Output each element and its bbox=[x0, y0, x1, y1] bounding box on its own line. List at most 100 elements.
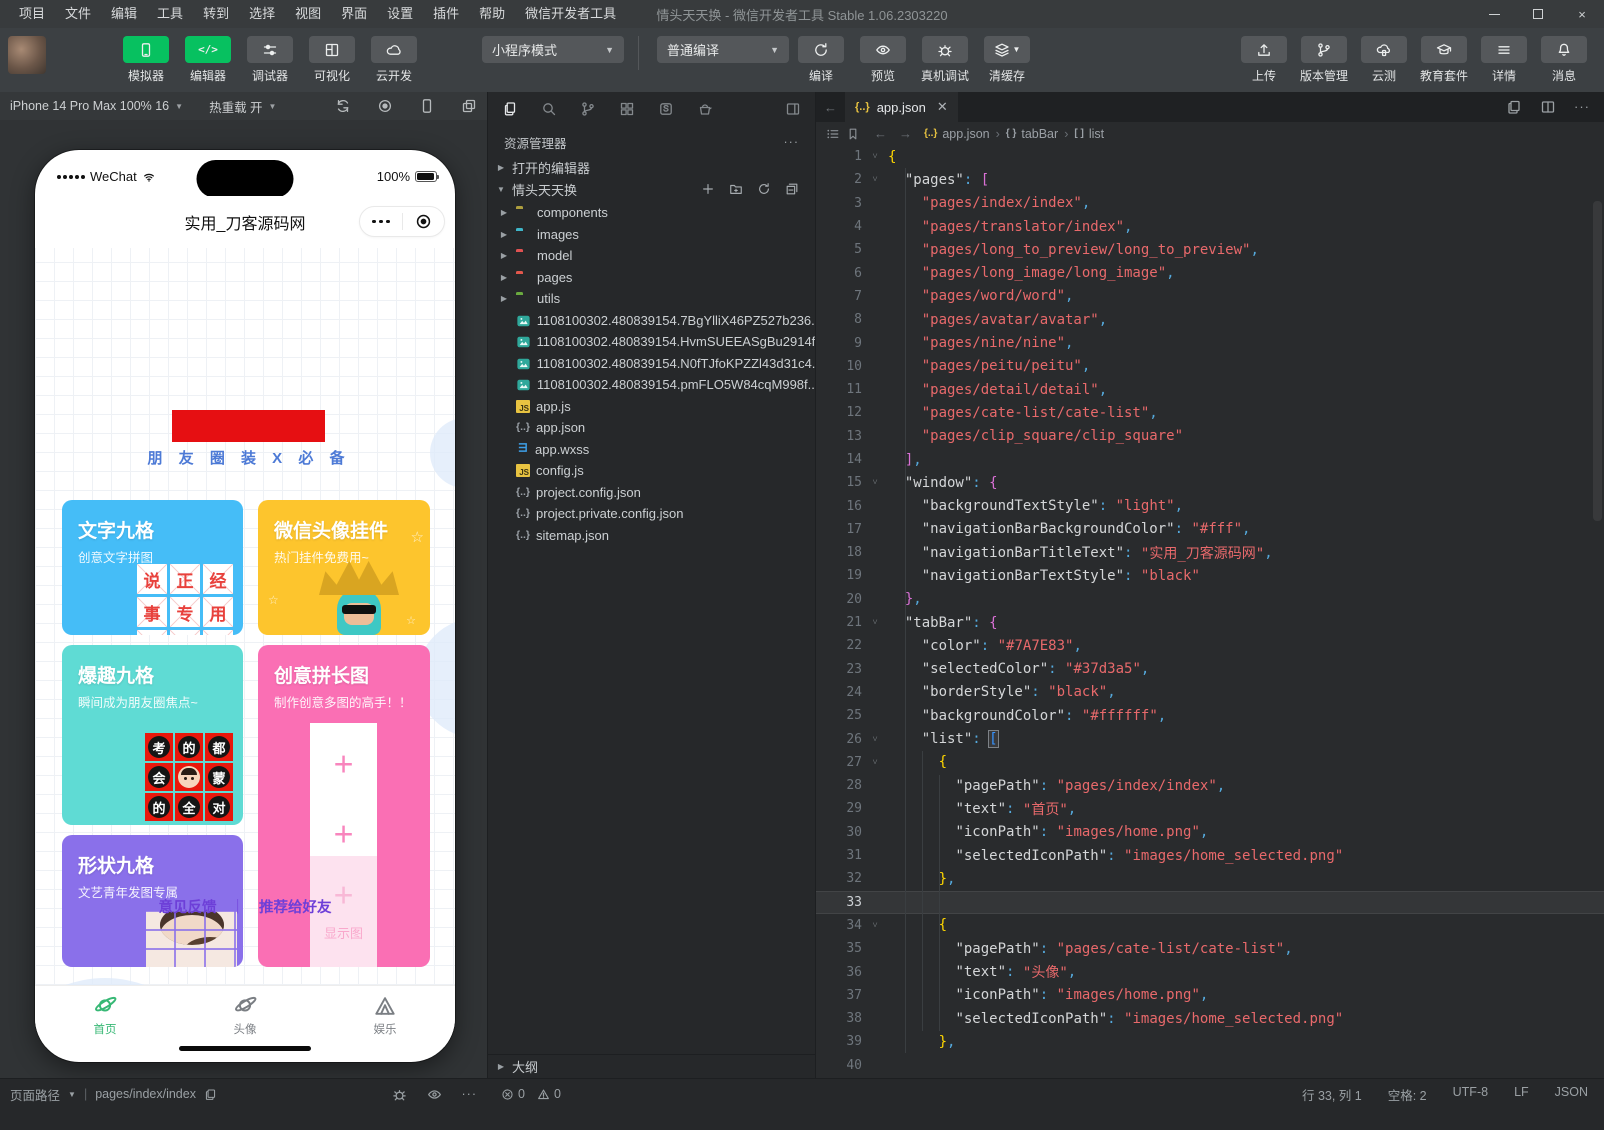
menu-item-2[interactable]: 文件 bbox=[56, 0, 100, 28]
file-app.json[interactable]: {..}app.json bbox=[488, 417, 815, 439]
phone-tab-首页[interactable]: 首页 bbox=[35, 986, 175, 1047]
menu-item-3[interactable]: 编辑 bbox=[102, 0, 146, 28]
git-icon[interactable] bbox=[580, 101, 596, 117]
rotate-icon[interactable] bbox=[335, 98, 351, 114]
code-line-4[interactable]: 4 "pages/translator/index", bbox=[816, 215, 1604, 238]
folder-pages[interactable]: ▶pages bbox=[488, 267, 815, 289]
close-button[interactable]: × bbox=[1560, 0, 1604, 28]
code-line-14[interactable]: 14 ], bbox=[816, 448, 1604, 471]
refresh2-icon[interactable] bbox=[757, 182, 771, 196]
code-line-35[interactable]: 35 "pagePath": "pages/cate-list/cate-lis… bbox=[816, 937, 1604, 960]
file-project.config.json[interactable]: {..}project.config.json bbox=[488, 482, 815, 504]
target-icon[interactable] bbox=[403, 213, 445, 230]
file-sitemap.json[interactable]: {..}sitemap.json bbox=[488, 525, 815, 547]
card-avatar-widget[interactable]: 微信头像挂件 热门挂件免费用~ ☆ ☆ ☆ bbox=[258, 500, 430, 635]
device-selector[interactable]: iPhone 14 Pro Max 100% 16 ▼ bbox=[10, 99, 183, 113]
code-line-5[interactable]: 5 "pages/long_to_preview/long_to_preview… bbox=[816, 238, 1604, 261]
code-line-31[interactable]: 31 "selectedIconPath": "images/home_sele… bbox=[816, 844, 1604, 867]
folder-utils[interactable]: ▶utils bbox=[488, 288, 815, 310]
folder-model[interactable]: ▶model bbox=[488, 245, 815, 267]
status-item-1[interactable]: 行 33, 列 1 bbox=[1302, 1085, 1362, 1104]
hot-reload-toggle[interactable]: 热重载 开 ▼ bbox=[209, 97, 276, 116]
menu-item-12[interactable]: 微信开发者工具 bbox=[516, 0, 625, 28]
ad-banner[interactable] bbox=[172, 410, 325, 442]
status-item-5[interactable]: JSON bbox=[1555, 1085, 1588, 1104]
file-1108100302.480839154.pmF[interactable]: 1108100302.480839154.pmFLO5W84cqM998f... bbox=[488, 374, 815, 396]
code-line-25[interactable]: 25 "backgroundColor": "#ffffff", bbox=[816, 704, 1604, 727]
card-long-image[interactable]: 创意拼长图 制作创意多图的高手！！ + + + 显示图 bbox=[258, 645, 430, 967]
scrollbar[interactable] bbox=[1593, 201, 1602, 521]
code-line-23[interactable]: 23 "selectedColor": "#37d3a5", bbox=[816, 658, 1604, 681]
code-line-38[interactable]: 38 "selectedIconPath": "images/home_sele… bbox=[816, 1007, 1604, 1030]
版本管理-button[interactable]: 版本管理 bbox=[1298, 28, 1350, 84]
code-area[interactable]: 1˅{2˅ "pages": [3 "pages/index/index",4 … bbox=[816, 145, 1604, 1078]
card-fun-nine-grid[interactable]: 爆趣九格 瞬间成为朋友圈焦点~ 考的都会蒙的全对 bbox=[62, 645, 243, 825]
code-line-8[interactable]: 8 "pages/avatar/avatar", bbox=[816, 308, 1604, 331]
avatar[interactable] bbox=[8, 36, 46, 74]
menu-item-1[interactable]: 项目 bbox=[10, 0, 54, 28]
code-line-2[interactable]: 2˅ "pages": [ bbox=[816, 168, 1604, 191]
capsule-button[interactable] bbox=[359, 206, 445, 237]
code-line-11[interactable]: 11 "pages/detail/detail", bbox=[816, 378, 1604, 401]
code-line-39[interactable]: 39 }, bbox=[816, 1030, 1604, 1053]
windows-icon[interactable] bbox=[461, 98, 477, 114]
device-icon[interactable] bbox=[419, 98, 435, 114]
可视化-button[interactable]: 可视化 bbox=[306, 28, 358, 84]
code-line-22[interactable]: 22 "color": "#7A7E83", bbox=[816, 634, 1604, 657]
code-line-15[interactable]: 15˅ "window": { bbox=[816, 471, 1604, 494]
编辑器-button[interactable]: </>编辑器 bbox=[182, 28, 234, 84]
code-line-30[interactable]: 30 "iconPath": "images/home.png", bbox=[816, 821, 1604, 844]
file-config.js[interactable]: JSconfig.js bbox=[488, 460, 815, 482]
copy-icon[interactable] bbox=[204, 1088, 217, 1101]
menu-item-6[interactable]: 选择 bbox=[240, 0, 284, 28]
plus-icon[interactable] bbox=[701, 182, 715, 196]
collapse-icon[interactable] bbox=[785, 182, 799, 196]
code-line-17[interactable]: 17 "navigationBarBackgroundColor": "#fff… bbox=[816, 518, 1604, 541]
file-1108100302.480839154.7Bg[interactable]: 1108100302.480839154.7BgYlliX46PZ527b236… bbox=[488, 310, 815, 332]
project-section[interactable]: ▼ 情头天天换 bbox=[488, 178, 815, 200]
云开发-button[interactable]: 云开发 bbox=[368, 28, 420, 84]
folder-components[interactable]: ▶components bbox=[488, 202, 815, 224]
编译-button[interactable]: 编译 bbox=[795, 28, 847, 84]
code-line-19[interactable]: 19 "navigationBarTextStyle": "black" bbox=[816, 564, 1604, 587]
file-app.js[interactable]: JSapp.js bbox=[488, 396, 815, 418]
code-line-10[interactable]: 10 "pages/peitu/peitu", bbox=[816, 355, 1604, 378]
split-editor-icon[interactable] bbox=[1540, 99, 1556, 115]
code-line-9[interactable]: 9 "pages/nine/nine", bbox=[816, 331, 1604, 354]
code-line-20[interactable]: 20 }, bbox=[816, 588, 1604, 611]
上传-button[interactable]: 上传 bbox=[1238, 28, 1290, 84]
调试器-button[interactable]: 调试器 bbox=[244, 28, 296, 84]
file-project.private.config.j[interactable]: {..}project.private.config.json bbox=[488, 503, 815, 525]
status-problems[interactable]: 0 0 bbox=[487, 1087, 815, 1101]
breadcrumb-list[interactable]: [ ]list bbox=[1074, 127, 1104, 141]
menu-item-9[interactable]: 设置 bbox=[378, 0, 422, 28]
code-line-13[interactable]: 13 "pages/clip_square/clip_square" bbox=[816, 425, 1604, 448]
record-icon[interactable] bbox=[377, 98, 393, 114]
模拟器-button[interactable]: 模拟器 bbox=[120, 28, 172, 84]
outline-list-icon[interactable] bbox=[826, 127, 840, 141]
code-line-26[interactable]: 26˅ "list": [ bbox=[816, 727, 1604, 750]
menu-item-7[interactable]: 视图 bbox=[286, 0, 330, 28]
storage-icon[interactable] bbox=[658, 101, 674, 117]
menu-item-8[interactable]: 界面 bbox=[332, 0, 376, 28]
code-line-18[interactable]: 18 "navigationBarTitleText": "实用_刀客源码网", bbox=[816, 541, 1604, 564]
outline-section[interactable]: ▶ 大纲 bbox=[488, 1054, 815, 1078]
breadcrumb-tabBar[interactable]: { }tabBar bbox=[1006, 127, 1058, 141]
bug-icon[interactable] bbox=[392, 1087, 407, 1102]
phone-tab-娱乐[interactable]: 娱乐 bbox=[315, 986, 455, 1047]
详情-button[interactable]: 详情 bbox=[1478, 28, 1530, 84]
真机调试-button[interactable]: 真机调试 bbox=[919, 28, 971, 84]
code-line-3[interactable]: 3 "pages/index/index", bbox=[816, 192, 1604, 215]
breadcrumb-app.json[interactable]: {..}app.json bbox=[924, 127, 990, 141]
folderplus-icon[interactable] bbox=[729, 182, 743, 196]
chevron-down-icon[interactable]: ▼ bbox=[68, 1090, 76, 1099]
more-icon[interactable]: ··· bbox=[1574, 99, 1590, 115]
status-item-3[interactable]: UTF-8 bbox=[1453, 1085, 1488, 1104]
more-icon[interactable]: ··· bbox=[462, 1087, 478, 1101]
code-line-33[interactable]: 33 bbox=[816, 891, 1604, 914]
file-1108100302.480839154.Hvm[interactable]: 1108100302.480839154.HvmSUEEASgBu2914f..… bbox=[488, 331, 815, 353]
folder-images[interactable]: ▶images bbox=[488, 224, 815, 246]
files-icon[interactable] bbox=[502, 101, 518, 117]
云测-button[interactable]: 云测 bbox=[1358, 28, 1410, 84]
code-line-27[interactable]: 27˅ { bbox=[816, 751, 1604, 774]
